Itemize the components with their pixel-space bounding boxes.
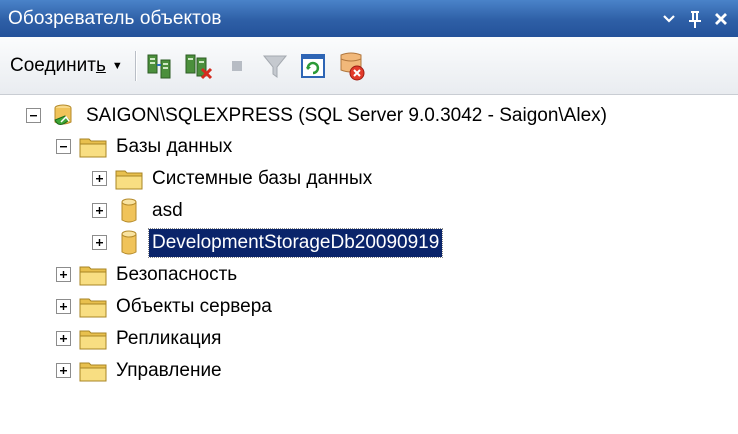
expand-toggle-icon[interactable] [56,363,71,378]
collapse-toggle-icon[interactable] [56,139,71,154]
stop-icon [231,60,242,71]
folder-icon [79,358,107,384]
system-databases-label: Системные базы данных [152,167,373,189]
tree-node-db-asd[interactable]: asd [92,194,186,227]
connect-dropdown-icon[interactable]: ▼ [112,60,123,72]
tree-node-db-development-storage[interactable]: DevelopmentStorageDb20090919 [92,226,444,259]
panel-titlebar: Обозреватель объектов [0,0,738,37]
folder-icon [79,134,107,160]
replication-label: Репликация [116,327,222,349]
expand-toggle-icon[interactable] [92,171,107,186]
close-icon[interactable] [708,0,734,37]
management-label: Управление [116,359,222,381]
tree-node-server-objects[interactable]: Объекты сервера [56,290,275,323]
expand-toggle-icon[interactable] [56,267,71,282]
connect-shortcut-letter: ь [95,54,106,76]
tree-node-management[interactable]: Управление [56,354,225,387]
disconnect-icon [185,54,212,79]
refresh-button[interactable] [296,48,330,84]
folder-icon [115,166,143,192]
expand-toggle-icon[interactable] [92,235,107,250]
expand-toggle-icon[interactable] [56,331,71,346]
databases-label: Базы данных [116,135,233,157]
toolbar: Соединить ▼ [0,37,738,95]
server-label: SAIGON\SQLEXPRESS (SQL Server 9.0.3042 -… [86,104,607,126]
connect-label: Соединить [10,54,106,76]
folder-icon [79,262,107,288]
tree-node-system-databases[interactable]: Системные базы данных [92,162,375,195]
server-objects-label: Объекты сервера [116,295,272,317]
auto-hide-pin-icon[interactable] [682,0,708,37]
expand-toggle-icon[interactable] [92,203,107,218]
tree-node-security[interactable]: Безопасность [56,258,240,291]
window-position-dropdown-icon[interactable] [656,0,682,37]
tree-node-server[interactable]: SAIGON\SQLEXPRESS (SQL Server 9.0.3042 -… [26,99,610,132]
stop-button[interactable] [220,48,254,84]
panel-title: Обозреватель объектов [8,7,222,29]
summary-button[interactable] [334,48,368,84]
database-icon [115,230,143,256]
tree-node-databases[interactable]: Базы данных [56,130,235,163]
security-label: Безопасность [116,263,238,285]
expand-toggle-icon[interactable] [56,299,71,314]
filter-button[interactable] [258,48,292,84]
summary-icon [340,52,365,80]
sql-server-icon [49,103,77,129]
filter-icon [262,55,287,78]
collapse-toggle-icon[interactable] [26,108,41,123]
tree-node-replication[interactable]: Репликация [56,322,224,355]
db-development-storage-label: DevelopmentStorageDb20090919 [147,227,444,258]
connect-explorer-icon [147,54,171,78]
connect-explorer-button[interactable] [144,48,178,84]
disconnect-button[interactable] [182,48,216,84]
toolbar-separator [134,50,136,81]
folder-icon [79,294,107,320]
db-asd-label: asd [152,199,183,221]
folder-icon [79,326,107,352]
refresh-icon [300,53,325,78]
connect-button[interactable]: Соединить ▼ [10,48,123,84]
database-icon [115,198,143,224]
